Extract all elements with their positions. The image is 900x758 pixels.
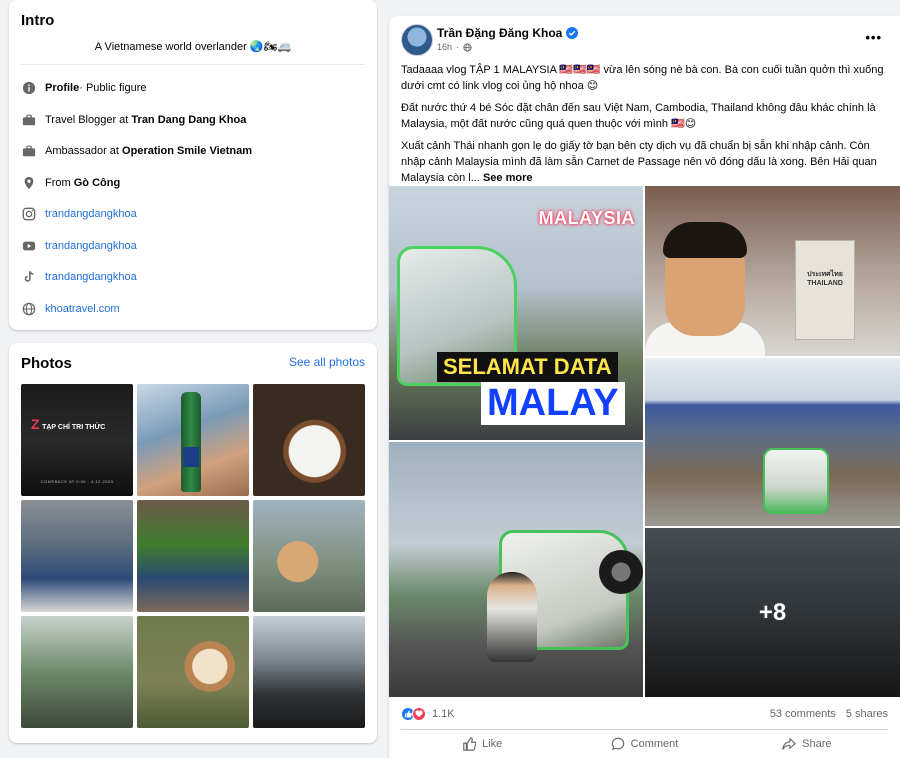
border-marker: ประเทศไทย THAILAND — [795, 240, 855, 340]
tiktok-link[interactable]: trandangdangkhoa — [45, 271, 137, 283]
photo-subject — [181, 392, 201, 492]
photo-thumbnail[interactable] — [137, 616, 249, 728]
post-paragraph: Tadaaaa vlog TẬP 1 MALAYSIA 🇲🇾🇲🇾🇲🇾 vừa l… — [401, 64, 884, 92]
info-icon — [21, 80, 37, 96]
intro-divider — [21, 64, 365, 65]
engagement-counts: 53 comments 5 shares — [770, 708, 888, 720]
photo-subject — [663, 222, 747, 258]
photo-subject — [599, 550, 643, 594]
see-more-link[interactable]: See more — [483, 172, 533, 184]
photos-card: Photos See all photos Z TẠP CHÍ TRI THỨC… — [9, 343, 377, 743]
photo-thumbnail[interactable] — [253, 384, 365, 496]
instagram-icon — [21, 206, 37, 222]
share-button[interactable]: Share — [726, 733, 888, 755]
intro-row-work-2: Ambassador at Operation Smile Vietnam — [21, 141, 365, 161]
more-options-icon[interactable]: ••• — [865, 30, 882, 45]
photo-thumbnail[interactable] — [137, 384, 249, 496]
intro-row-website[interactable]: khoatravel.com — [21, 299, 365, 319]
post-photo[interactable]: MALAYSIA SELAMAT DATA MALAY — [389, 186, 643, 440]
photo-thumbnail[interactable] — [137, 500, 249, 612]
photo-text-overlay: SELAMAT DATA — [437, 352, 618, 382]
youtube-link[interactable]: trandangdangkhoa — [45, 240, 137, 252]
post-paragraph: Đất nước thứ 4 bé Sóc đặt chân đến sau V… — [401, 102, 876, 130]
post-photo[interactable] — [389, 442, 643, 697]
intro-card: Intro A Vietnamese world overlander 🌏🏍🚐 … — [9, 0, 377, 330]
like-icon — [463, 737, 477, 751]
intro-row-work-1: Travel Blogger at Tran Dang Dang Khoa — [21, 110, 365, 130]
photo-subject — [763, 448, 829, 514]
post-meta: 16h · — [437, 42, 472, 52]
tiktok-icon — [21, 269, 37, 285]
comments-count[interactable]: 53 comments — [770, 708, 836, 720]
work-role: Travel Blogger at — [45, 114, 129, 126]
post-card: Trần Đặng Đăng Khoa 16h · ••• Tadaaaa vl… — [389, 16, 900, 758]
actions-divider — [401, 729, 888, 730]
post-photo[interactable]: ประเทศไทย THAILAND — [645, 186, 900, 356]
youtube-icon — [21, 238, 37, 254]
website-link[interactable]: khoatravel.com — [45, 303, 120, 315]
post-photo-more[interactable]: +8 — [645, 528, 900, 697]
like-button[interactable]: Like — [401, 733, 563, 755]
intro-title: Intro — [21, 12, 55, 29]
post-stats: 1.1K 53 comments 5 shares — [401, 704, 888, 724]
globe-icon — [463, 42, 472, 52]
intro-row-profile: Profile · Public figure — [21, 78, 365, 98]
briefcase-icon — [21, 143, 37, 159]
reactions-summary[interactable]: 1.1K — [401, 707, 455, 721]
intro-bio: A Vietnamese world overlander 🌏🏍🚐 — [94, 41, 292, 53]
post-paragraph: Xuất cảnh Thái nhanh gọn lẹ do giấy tờ b… — [401, 140, 877, 184]
work-company[interactable]: Tran Dang Dang Khoa — [131, 114, 246, 126]
love-reaction-icon — [412, 707, 426, 721]
photo-subject — [487, 572, 537, 662]
photo-logo: Z TẠP CHÍ TRI THỨC — [31, 416, 106, 432]
work-company[interactable]: Operation Smile Vietnam — [122, 145, 252, 157]
photos-grid: Z TẠP CHÍ TRI THỨC COMEBACK AT 0:00 - 4.… — [21, 384, 365, 728]
instagram-link[interactable]: trandangdangkhoa — [45, 208, 137, 220]
dot-separator: · — [456, 42, 460, 52]
comment-button[interactable]: Comment — [563, 733, 725, 755]
photo-thumbnail[interactable]: Z TẠP CHÍ TRI THỨC COMEBACK AT 0:00 - 4.… — [21, 384, 133, 496]
post-text: Tadaaaa vlog TẬP 1 MALAYSIA 🇲🇾🇲🇾🇲🇾 vừa l… — [401, 62, 886, 192]
post-actions: Like Comment Share — [401, 733, 888, 755]
intro-row-tiktok[interactable]: trandangdangkhoa — [21, 267, 365, 287]
post-author: Trần Đặng Đăng Khoa — [437, 26, 579, 40]
photo-text-overlay: MALAY — [481, 382, 625, 425]
profile-label[interactable]: Profile — [45, 82, 79, 94]
photo-thumbnail[interactable] — [253, 500, 365, 612]
photo-thumbnail[interactable] — [253, 616, 365, 728]
photo-thumbnail[interactable] — [21, 500, 133, 612]
see-all-photos-link[interactable]: See all photos — [289, 355, 365, 369]
photo-caption: COMEBACK AT 0:00 - 4.12.2023 — [40, 479, 114, 484]
from-label: From — [45, 177, 71, 189]
comment-icon — [611, 737, 624, 751]
share-label: Share — [802, 738, 832, 750]
author-name[interactable]: Trần Đặng Đăng Khoa — [437, 26, 562, 40]
photos-title: Photos — [21, 355, 72, 372]
shares-count[interactable]: 5 shares — [846, 708, 888, 720]
intro-row-youtube[interactable]: trandangdangkhoa — [21, 236, 365, 256]
verified-badge-icon — [566, 27, 579, 39]
post-media-grid: MALAYSIA SELAMAT DATA MALAY ประเทศไทย TH… — [389, 186, 900, 697]
globe-icon — [21, 301, 37, 317]
reactions-count: 1.1K — [432, 708, 455, 720]
photo-thumbnail[interactable] — [21, 616, 133, 728]
briefcase-icon — [21, 112, 37, 128]
location-icon — [21, 175, 37, 191]
post-photo[interactable] — [645, 358, 900, 526]
from-place[interactable]: Gò Công — [74, 177, 120, 189]
intro-row-instagram[interactable]: trandangdangkhoa — [21, 204, 365, 224]
share-icon — [782, 738, 796, 750]
author-avatar[interactable] — [401, 24, 433, 56]
like-label: Like — [482, 738, 503, 750]
intro-row-from: From Gò Công — [21, 173, 365, 193]
work-role: Ambassador at — [45, 145, 119, 157]
post-time[interactable]: 16h — [437, 42, 452, 52]
photo-text-overlay: MALAYSIA — [538, 208, 635, 228]
comment-label: Comment — [630, 738, 679, 750]
profile-category: · Public figure — [79, 82, 147, 94]
more-photos-count: +8 — [645, 528, 900, 697]
